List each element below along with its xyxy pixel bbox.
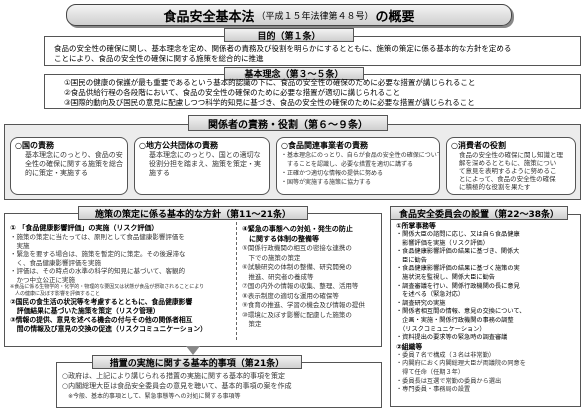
committee-item: ・資料提出の要求等の緊急時の調査審議 [396,334,508,342]
policy-item: かつ中立公正に実施 [10,275,76,284]
duty-line: ・基本理念にのっとり、自らが食品の安全性の確保について一義的な責任を有 [281,152,439,159]
duty-title: ○食品関連事業者の責務 [281,141,368,150]
policy-item: ②国民の食生活の状況等を考慮するとともに、食品健康影響 [10,298,193,306]
principle-line: ③国際的動向及び国民の意見に配慮しつつ科学的知見に基づき、食品の安全性の確保のた… [64,98,475,107]
committee-item: （リスクコミュニケーション） [396,325,486,333]
committee-item: ・調査審議を行い、関係行政機関の長に意見 [396,282,520,290]
duty-line: 全性の確保に関する施策を総合 [25,160,123,168]
title-main: 食品安全基本法 [163,9,255,25]
measures-line: ○政府は、上記により講じられる措置の実施に関する基本的事項を策定 [62,372,285,380]
committee-item: ・内閣府におく内閣総理大臣が両議院の同意を [396,360,526,368]
document-title: 食品安全基本法 （平成１５年法律第４８号） の概要 [66,4,512,26]
committee-item: ・委員長は互選で常勤の委員から選出 [396,377,502,385]
policy-item: ⑥試験研究の体制の整備、研究開発の [242,263,352,271]
duty-title: ○地方公共団体の責務 [139,141,218,150]
committee-heading: 食品安全委員会の設置（第22～38条） [390,206,568,220]
duty-box-consumer: ○消費者の役割 食品の安全性の確保に関し知識と理 解を深めるとともに、施策につい… [446,137,576,195]
policy-item: 評価結果に基づいた施策を策定（リスク管理） [10,307,160,315]
principle-line: ②食品供給行程の各段階において、食品の安全性の確保のために必要な措置が適切に講じ… [64,88,401,97]
duty-line: することを認識し、必要な措置を適切に講ずる [281,161,414,168]
policy-item: く、食品健康影響評価を実施 [10,258,102,267]
duty-box-national: ○国の責務 基本理念にのっとり、食品の安 全性の確保に関する施策を総合 的に策定… [10,137,128,195]
purpose-heading: 目的（第１条） [224,28,354,42]
committee-list: ①所掌事務等 ・関係大臣の諮問に応じ、又は自ら食品健康 影響評価を実施（リスク評… [396,222,578,406]
duty-line: ・正確かつ適切な情報の提供に努める [281,170,384,177]
policy-item: ④緊急の事態への対処・発生の防止 [242,225,353,233]
duty-line: に積極的な役割を果たす [459,183,531,191]
purpose-line: 食品の安全性の確保に関し、基本理念を定め、関係者の責務及び役割を明らかにするとと… [54,44,512,53]
duty-box-local: ○地方公共団体の責務 基本理念にのっとり、国との適切な 役割分担を踏まえ、施策を… [134,137,270,195]
policy-item: 下での施策の策定 [242,253,301,262]
duty-line: とによって、食品の安全性の確保 [459,175,556,183]
duty-line: 基本理念にのっとり、国との適切な [149,151,261,159]
policy-divider [236,222,237,340]
policy-item: 実施 [10,241,30,250]
policy-right-list: ④緊急の事態への対処・発生の防止 に関する体制の整備等 ⑤関係行政機関の相互の密… [242,224,380,342]
committee-item: ②組織等 [396,342,423,351]
policy-item: ⑦国の内外の情報の収集、整理、活用等 [242,282,359,290]
title-suffix: の概要 [375,9,415,25]
policy-left-list: ① 「食品健康影響評価」の実施（リスク評価） ・施策の策定に当たっては、原則とし… [10,224,234,344]
duty-box-business: ○食品関連事業者の責務 ・基本理念にのっとり、自らが食品の安全性の確保について一… [276,137,440,195]
duty-title: ○国の責務 [15,141,54,150]
duty-line: 基本理念にのっとり、食品の安 [25,151,123,159]
committee-item: ・食品健康影響評価の結果に基づく施策の実 [396,265,520,273]
duty-line: 解を深めるとともに、施策につい [459,159,557,167]
committee-item: ・関係大臣の諮問に応じ、又は自ら食品健康 [396,231,520,238]
measures-line: ○内閣総理大臣は食品安全委員会の意見を聴いて、基本的事項の案を作成 [62,382,292,390]
committee-item: ①所掌事務等 [396,222,436,230]
policy-item: 人の健康に及ぼす影響を評価すること [10,291,101,297]
policy-item: ① 「食品健康影響評価」の実施（リスク評価） [10,224,159,232]
committee-item: ・食品健康影響評価の結果に基づき、関係大 [396,248,520,256]
duty-line: 的に策定・実施する [25,169,88,177]
committee-item: 得て任命（任期３年） [396,368,465,376]
policy-item: ③情報の提供、意見を述べる機会の付与その他の関係者相互 [10,316,193,324]
measures-line: ※今般、基本的事項として、緊急事態等への対処に関する事項等 [62,393,241,400]
duty-line: 食品の安全性の確保に関し知識と理 [459,151,563,159]
policy-item: 策定 [242,320,262,328]
purpose-line: ことにより、食品の安全性の確保に関する施策を総合的に推進 [54,54,264,63]
policy-item: ⑩環境に及ぼす影響に配慮した施策の [242,310,352,319]
duty-line: ・国等が実施する施策に協力する [281,179,372,186]
policy-item: ※食品に係る生物学的・化学的・物理的な要因又は状態が食品が摂取されることにより [10,284,205,290]
policy-item: ・緊急を要する場合は、施策を暫定的に策定。その後遅滞な [10,250,186,258]
committee-item: ・専門委員・事務局の設置 [396,386,471,394]
duty-line: 施する [149,169,170,177]
policy-item: ・施策の策定に当たっては、原則として食品健康影響評価を [10,233,185,241]
policy-item: ⑤関係行政機関の相互の密接な連携の [242,244,352,252]
down-arrow-icon [186,346,200,355]
committee-item: 施状況を監視し、関係大臣に勧告 [396,273,495,281]
principle-line: ①国民の健康の保護が最も重要であるという基本的認識の下に、食品の安全性の確保のた… [64,78,476,87]
committee-item: 影響評価を実施（リスク評価） [396,239,489,247]
duty-title: ○消費者の役割 [451,141,506,150]
policy-item: 間の情報及び意見の交換の促進（リスクコミュニケーション） [10,325,207,333]
duties-heading: 関係者の責務・役割（第６～９条） [188,115,388,131]
duty-line: て意見を表明するように努めるこ [459,167,557,175]
policy-item: 推進、研究者の養成等 [242,272,314,281]
committee-item: 企画・実施・関係行政機関の事務の調整 [396,316,514,324]
policy-item: ・評価は、その時点の水準の科学的知見に基づいて、客観的 [10,267,185,275]
policy-item: に関する体制の整備等 [242,235,319,243]
policy-item: ⑧表示制度の適切な運用の確保等 [242,291,339,300]
committee-item: を述べる（緊急対応） [396,291,465,299]
title-sub: （平成１５年法律第４８号） [256,11,374,22]
policy-item: ⑨食育の推進、学習の機会及び情報の提供 [242,301,365,309]
duty-line: 役割分担を踏まえ、施策を策定・実 [149,160,261,168]
policy-heading: 施策の策定に係る基本的な方針（第11～21条） [78,206,308,220]
committee-item: ・関係者相互間の情報、意見の交換について、 [396,308,526,316]
measures-heading: 措置の実施に関する基本的事項（第21条） [92,355,302,369]
